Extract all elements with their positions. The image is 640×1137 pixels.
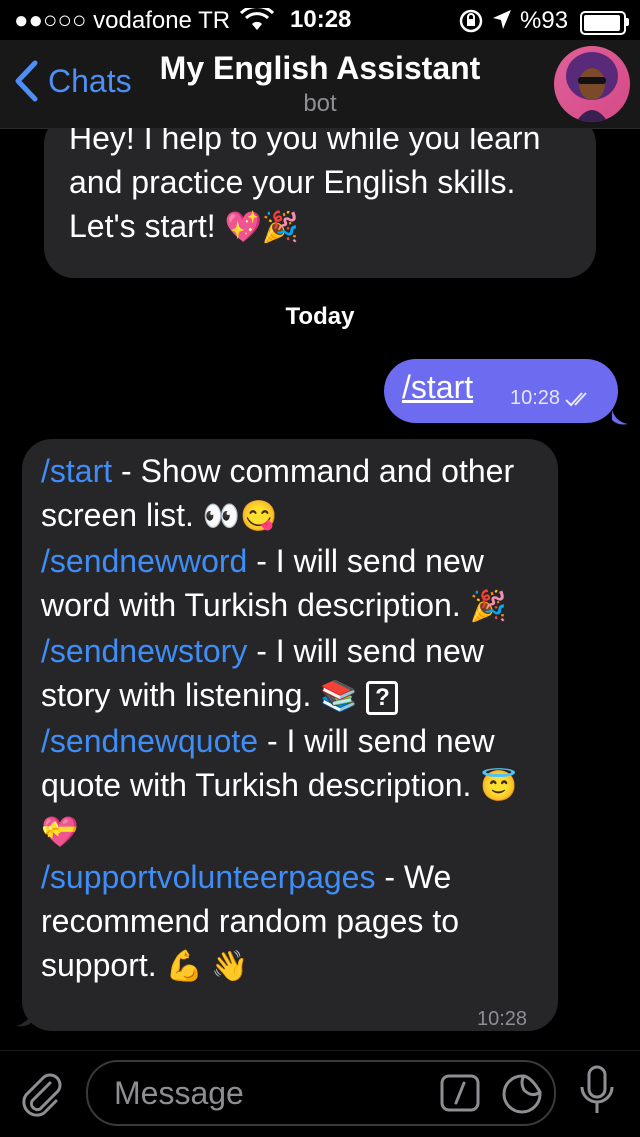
- outgoing-meta: 10:28: [510, 387, 594, 410]
- command-link-sendnewquote[interactable]: /sendnewquote: [41, 723, 258, 759]
- command-entry: /start - Show command and other screen l…: [41, 449, 546, 539]
- incoming-bubble-tail: [16, 1008, 34, 1027]
- command-link-supportvolunteerpages[interactable]: /supportvolunteerpages: [41, 859, 375, 895]
- command-link-start[interactable]: /start: [41, 453, 112, 489]
- chat-area[interactable]: Hey! I help to you while you learn and p…: [0, 128, 640, 1050]
- battery-tip: [626, 18, 629, 26]
- command-entry: /sendnewquote - I will send new quote wi…: [41, 719, 546, 855]
- input-bar: [0, 1050, 640, 1137]
- command-link-sendnewword[interactable]: /sendnewword: [41, 543, 247, 579]
- emoji-sparkle-heart-party: 💖🎉: [224, 211, 300, 244]
- incoming-message-commands[interactable]: /start - Show command and other screen l…: [22, 439, 558, 1031]
- battery-icon: [580, 11, 626, 35]
- emoji-books: 📚: [320, 680, 358, 713]
- bot-avatar[interactable]: [554, 46, 630, 122]
- command-link-sendnewstory[interactable]: /sendnewstory: [41, 633, 247, 669]
- message-text: Hey! I help to you while you learn and p…: [69, 128, 541, 244]
- attach-paperclip-icon[interactable]: [20, 1071, 64, 1124]
- location-icon: [492, 9, 512, 38]
- message-input[interactable]: [112, 1072, 436, 1114]
- microphone-icon[interactable]: [578, 1065, 616, 1122]
- status-time: 10:28: [290, 6, 352, 33]
- emoji-party: 🎉: [469, 590, 507, 623]
- emoji-eyes-yum: 👀😋: [202, 500, 278, 533]
- command-entry: /sendnewstory - I will send new story wi…: [41, 629, 546, 719]
- outgoing-time: 10:28: [510, 387, 561, 409]
- battery-percent: %93: [520, 7, 569, 34]
- incoming-message-intro[interactable]: Hey! I help to you while you learn and p…: [44, 128, 596, 278]
- emoji-muscle-wave: 💪 👋: [165, 950, 249, 983]
- orientation-lock-icon: [458, 8, 484, 41]
- double-check-icon: [565, 391, 587, 406]
- outgoing-bubble-tail: [612, 410, 628, 425]
- sticker-icon[interactable]: [502, 1074, 542, 1119]
- command-entry: /sendnewword - I will send new word with…: [41, 539, 546, 629]
- outgoing-message[interactable]: /start 10:28: [384, 359, 618, 423]
- chat-title[interactable]: My English Assistant: [0, 50, 640, 87]
- status-bar: ●●○○○ vodafone TR 10:28 %93: [0, 0, 640, 40]
- carrier-label: ●●○○○ vodafone TR: [14, 7, 231, 34]
- nav-bar: Chats My English Assistant bot: [0, 40, 640, 129]
- outgoing-command-text[interactable]: /start: [402, 369, 473, 406]
- message-field[interactable]: [86, 1060, 556, 1126]
- date-divider: Today: [285, 303, 355, 330]
- slash-command-icon[interactable]: [440, 1074, 480, 1117]
- chat-subtitle: bot: [303, 90, 337, 117]
- incoming-time: 10:28: [477, 1008, 528, 1030]
- unknown-glyph-icon: ?: [366, 680, 399, 715]
- wifi-icon: [239, 5, 275, 39]
- command-entry: /supportvolunteerpages - We recommend ra…: [41, 855, 546, 989]
